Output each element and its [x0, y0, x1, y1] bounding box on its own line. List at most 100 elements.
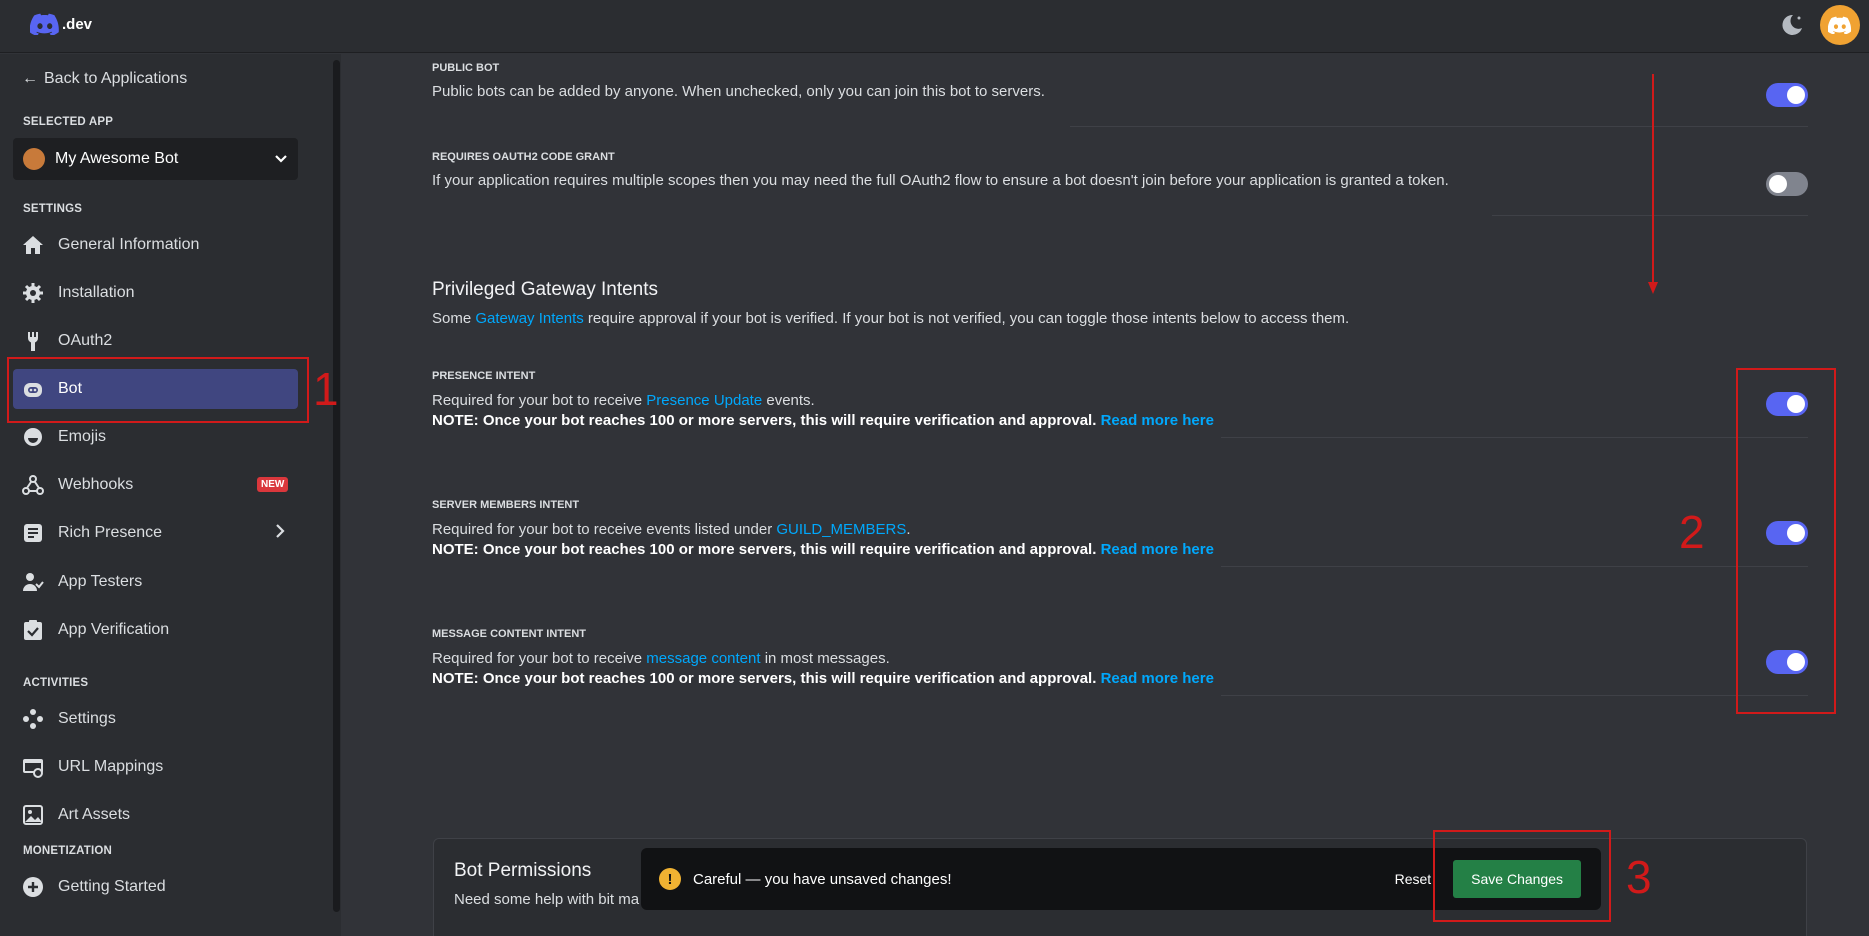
sidebar-item-label: Webhooks [58, 476, 134, 493]
wrench-icon [22, 330, 44, 352]
sidebar-item-emojis[interactable]: Emojis [13, 417, 298, 457]
oauth2-grant-toggle[interactable] [1766, 172, 1808, 196]
sidebar-item-label: Getting Started [58, 878, 166, 895]
desc-text: require approval if your bot is verified… [583, 310, 1350, 327]
discord-avatar-icon [1828, 16, 1852, 34]
sidebar-item-general-information[interactable]: General Information [13, 225, 298, 265]
note-text: NOTE: Once your bot reaches 100 or more … [432, 412, 1097, 429]
bot-permissions-desc: Need some help with bit ma [454, 891, 640, 908]
desc-text: Required for your bot to receive [432, 650, 647, 667]
url-mapping-icon [22, 756, 44, 778]
sidebar-item-label: OAuth2 [58, 332, 113, 349]
scrollbar-thumb[interactable] [333, 60, 340, 912]
sidebar-item-label: Emojis [58, 428, 107, 445]
presence-intent-label: PRESENCE INTENT [432, 370, 536, 382]
settings-section-label: SETTINGS [23, 203, 83, 215]
annotation-number-3: 3 [1626, 851, 1652, 903]
arrow-left-icon: ← [22, 70, 38, 87]
gateway-intents-link[interactable]: Gateway Intents [475, 310, 583, 327]
read-more-link[interactable]: Read more here [1101, 670, 1214, 687]
sidebar-item-app-verification[interactable]: App Verification [13, 610, 298, 650]
app-testers-icon [22, 571, 44, 593]
divider [1221, 437, 1808, 438]
message-content-link[interactable]: message content [646, 650, 760, 667]
divider [1221, 695, 1808, 696]
server-members-intent-desc: Required for your bot to receive events … [432, 520, 1214, 560]
discord-dev-logo[interactable]: .dev [30, 13, 92, 35]
annotation-box-3 [1433, 830, 1611, 922]
divider [1070, 126, 1808, 127]
desc-text: . [906, 521, 911, 538]
guild-members-link[interactable]: GUILD_MEMBERS [776, 521, 906, 538]
read-more-link[interactable]: Read more here [1101, 541, 1214, 558]
sidebar-item-label: URL Mappings [58, 758, 164, 775]
annotation-box-2 [1736, 368, 1836, 714]
desc-text: Some [432, 310, 476, 327]
presence-update-link[interactable]: Presence Update [646, 392, 762, 409]
clipboard-check-icon [22, 619, 44, 641]
public-bot-toggle[interactable] [1766, 83, 1808, 107]
annotation-number-2: 2 [1679, 506, 1705, 558]
webhook-icon [22, 474, 44, 496]
home-icon [22, 234, 44, 256]
note-text: NOTE: Once your bot reaches 100 or more … [432, 541, 1097, 558]
app-selector[interactable]: My Awesome Bot [13, 138, 298, 180]
oauth2-grant-label: REQUIRES OAUTH2 CODE GRANT [432, 151, 615, 163]
theme-toggle-icon[interactable] [1779, 12, 1805, 38]
unsaved-message: Careful — you have unsaved changes! [693, 870, 952, 888]
annotation-number-1: 1 [313, 363, 339, 415]
plus-circle-icon [22, 876, 44, 898]
sidebar-scrollbar[interactable] [332, 54, 341, 936]
message-content-intent-desc: Required for your bot to receive message… [432, 649, 1214, 689]
sidebar-item-installation[interactable]: Installation [13, 273, 298, 313]
privileged-intents-title: Privileged Gateway Intents [432, 279, 659, 300]
sidebar: ← Back to Applications SELECTED APP My A… [0, 54, 332, 936]
image-icon [22, 804, 44, 826]
reset-button[interactable]: Reset [1395, 871, 1432, 887]
sidebar-item-label: App Testers [58, 573, 143, 590]
emoji-icon [22, 426, 44, 448]
app-name: My Awesome Bot [55, 150, 179, 167]
sidebar-item-rich-presence[interactable]: Rich Presence [13, 513, 298, 553]
sidebar-item-app-testers[interactable]: App Testers [13, 562, 298, 602]
message-content-intent-label: MESSAGE CONTENT INTENT [432, 628, 587, 640]
toggle-knob [1769, 175, 1787, 193]
sidebar-item-url-mappings[interactable]: URL Mappings [13, 747, 298, 787]
read-more-link[interactable]: Read more here [1101, 412, 1214, 429]
sidebar-item-label: General Information [58, 236, 200, 253]
oauth2-grant-desc: If your application requires multiple sc… [432, 172, 1449, 189]
chevron-down-icon [275, 155, 287, 163]
user-avatar[interactable] [1820, 5, 1860, 45]
note-text: NOTE: Once your bot reaches 100 or more … [432, 670, 1097, 687]
activities-section-label: ACTIVITIES [23, 677, 89, 689]
sidebar-item-oauth2[interactable]: OAuth2 [13, 321, 298, 361]
back-label: Back to Applications [44, 70, 188, 87]
sidebar-item-label: Rich Presence [58, 524, 163, 541]
bot-permissions-title: Bot Permissions [454, 860, 592, 881]
public-bot-desc: Public bots can be added by anyone. When… [432, 83, 1045, 100]
selected-app-label: SELECTED APP [23, 116, 114, 128]
sidebar-item-art-assets[interactable]: Art Assets [13, 795, 298, 835]
desc-text: events. [762, 392, 815, 409]
chevron-right-icon [276, 524, 285, 538]
gamepad-icon [22, 708, 44, 730]
monetization-section-label: MONETIZATION [23, 845, 113, 857]
toggle-knob [1787, 86, 1805, 104]
rich-presence-icon [22, 522, 44, 544]
sidebar-item-getting-started[interactable]: Getting Started [13, 867, 298, 907]
app-avatar [23, 148, 45, 170]
privileged-intents-desc: Some Gateway Intents require approval if… [432, 309, 1349, 329]
public-bot-label: PUBLIC BOT [432, 62, 500, 74]
divider [1221, 566, 1808, 567]
desc-text: Required for your bot to receive events … [432, 521, 777, 538]
gear-icon [22, 282, 44, 304]
presence-intent-desc: Required for your bot to receive Presenc… [432, 391, 1214, 431]
top-bar: .dev [0, 0, 1869, 53]
warning-icon: ! [659, 868, 681, 890]
back-to-applications-link[interactable]: ← Back to Applications [22, 70, 187, 88]
desc-text: Required for your bot to receive [432, 392, 647, 409]
sidebar-item-label: App Verification [58, 621, 170, 638]
sidebar-item-activity-settings[interactable]: Settings [13, 699, 298, 739]
logo-text: .dev [62, 15, 93, 33]
sidebar-item-webhooks[interactable]: Webhooks NEW [13, 465, 298, 505]
